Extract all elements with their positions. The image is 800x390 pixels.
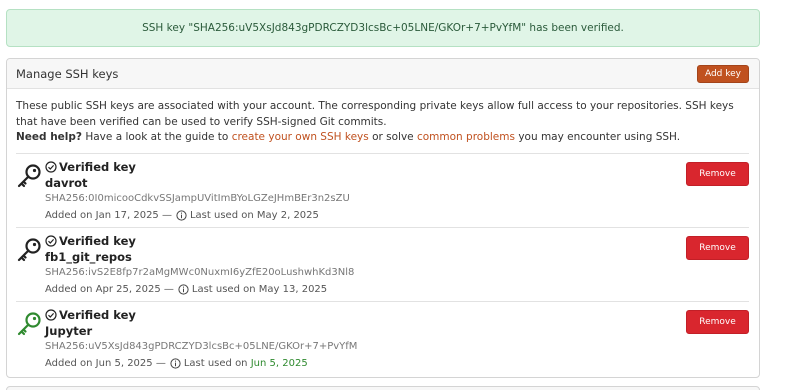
info-icon [178, 284, 189, 295]
next-panel-edge [6, 386, 760, 390]
help-post: you may encounter using SSH. [514, 131, 681, 143]
key-icon [17, 163, 41, 187]
key-icon [17, 311, 41, 335]
help-pre: Have a look at the guide to [82, 131, 232, 143]
key-fingerprint: SHA256:uV5XsJd843gPDRCZYD3lcsBc+05LNE/GK… [45, 340, 358, 352]
last-used-label: Last used on [189, 210, 254, 221]
intro-description: These public SSH keys are associated wit… [16, 100, 734, 128]
help-label: Need help? [16, 131, 83, 143]
key-last-used: May 2, 2025 [256, 210, 319, 221]
ssh-key-item: Verified key fb1_git_repos SHA256:ivS2E8… [16, 228, 749, 302]
remove-key-button[interactable]: Remove [686, 161, 749, 186]
verification-flash-message: SSH key "SHA256:uV5XsJd843gPDRCZYD3lcsBc… [6, 9, 760, 47]
key-name: Jupyter [45, 323, 93, 338]
key-dates: Added on Apr 25, 2025 — Last used on May… [45, 283, 354, 297]
manage-ssh-keys-panel: Manage SSH keys Add key These public SSH… [6, 58, 760, 378]
key-added: Added on Jan 17, 2025 — [45, 210, 172, 221]
key-dates: Added on Jan 17, 2025 — Last used on May… [45, 209, 350, 223]
help-mid: or solve [368, 131, 417, 143]
key-status-label: Verified key [59, 234, 136, 248]
remove-key-button[interactable]: Remove [686, 309, 749, 334]
info-icon [170, 358, 181, 369]
last-used-label: Last used on [183, 358, 248, 369]
key-status-label: Verified key [59, 308, 136, 322]
check-circle-icon [45, 309, 57, 321]
key-name: fb1_git_repos [45, 249, 132, 264]
create-ssh-keys-link[interactable]: create your own SSH keys [232, 131, 369, 143]
ssh-key-list: Verified key davrot SHA256:0I0micooCdkvS… [16, 152, 749, 376]
help-line: Need help? Have a look at the guide to c… [16, 130, 749, 146]
flash-text: SSH key "SHA256:uV5XsJd843gPDRCZYD3lcsBc… [142, 22, 624, 34]
panel-header: Manage SSH keys Add key [7, 59, 759, 89]
add-key-button[interactable]: Add key [696, 64, 749, 83]
key-added: Added on Apr 25, 2025 — [45, 284, 174, 295]
key-status: Verified key [45, 160, 350, 175]
last-used-label: Last used on [191, 284, 256, 295]
panel-title: Manage SSH keys [16, 66, 119, 81]
info-icon [176, 210, 187, 221]
key-last-used: May 13, 2025 [258, 284, 328, 295]
key-last-used: Jun 5, 2025 [250, 358, 308, 369]
key-name: davrot [45, 175, 88, 190]
intro-text: These public SSH keys are associated wit… [7, 89, 759, 146]
key-status: Verified key [45, 308, 357, 323]
remove-key-button[interactable]: Remove [686, 235, 749, 260]
key-icon [17, 237, 41, 261]
key-fingerprint: SHA256:ivS2E8fp7r2aMgMWc0NuxmI6yZfE20oLu… [45, 266, 355, 278]
key-status: Verified key [45, 234, 354, 249]
key-added: Added on Jun 5, 2025 — [45, 358, 166, 369]
common-problems-link[interactable]: common problems [417, 131, 515, 143]
check-circle-icon [45, 235, 57, 247]
ssh-key-item: Verified key Jupyter SHA256:uV5XsJd843gP… [16, 302, 749, 376]
key-dates: Added on Jun 5, 2025 — Last used on Jun … [45, 357, 357, 371]
check-circle-icon [45, 161, 57, 173]
key-fingerprint: SHA256:0I0micooCdkvSSJampUVitImBYoLGZeJH… [45, 192, 350, 204]
ssh-key-item: Verified key davrot SHA256:0I0micooCdkvS… [16, 154, 749, 228]
key-status-label: Verified key [59, 160, 136, 174]
